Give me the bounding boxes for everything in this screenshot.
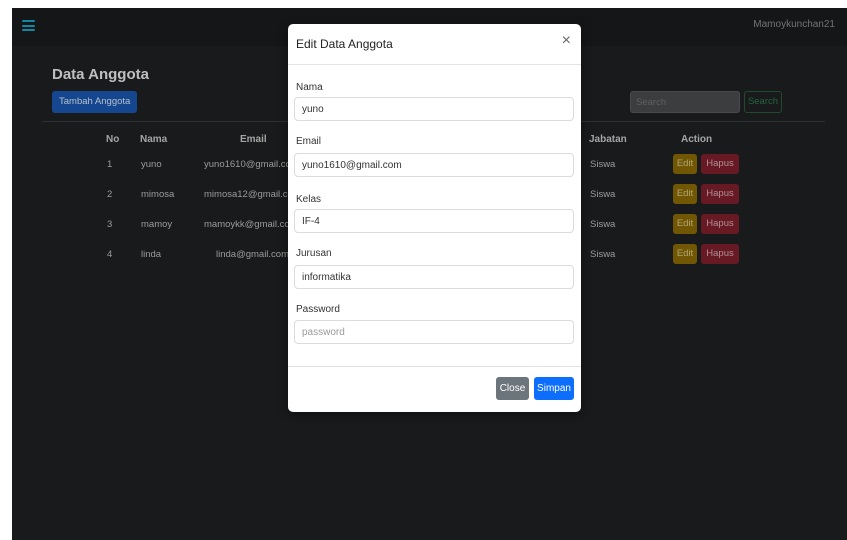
- save-button[interactable]: Simpan: [534, 377, 574, 400]
- nama-field[interactable]: [294, 97, 574, 121]
- modal-footer-divider: [288, 366, 581, 367]
- kelas-field[interactable]: [294, 209, 574, 233]
- password-field[interactable]: [294, 320, 574, 344]
- jurusan-label: Jurusan: [296, 248, 332, 259]
- modal-title: Edit Data Anggota: [296, 37, 393, 51]
- modal-header-divider: [288, 64, 581, 65]
- edit-member-modal: Edit Data Anggota × Nama Email Kelas Jur…: [288, 24, 581, 412]
- password-label: Password: [296, 304, 340, 315]
- close-button[interactable]: Close: [496, 377, 529, 400]
- kelas-label: Kelas: [296, 194, 322, 205]
- email-label: Email: [296, 136, 322, 147]
- nama-label: Nama: [296, 82, 323, 93]
- email-field[interactable]: [294, 153, 574, 177]
- close-icon[interactable]: ×: [562, 33, 571, 49]
- jurusan-field[interactable]: [294, 265, 574, 289]
